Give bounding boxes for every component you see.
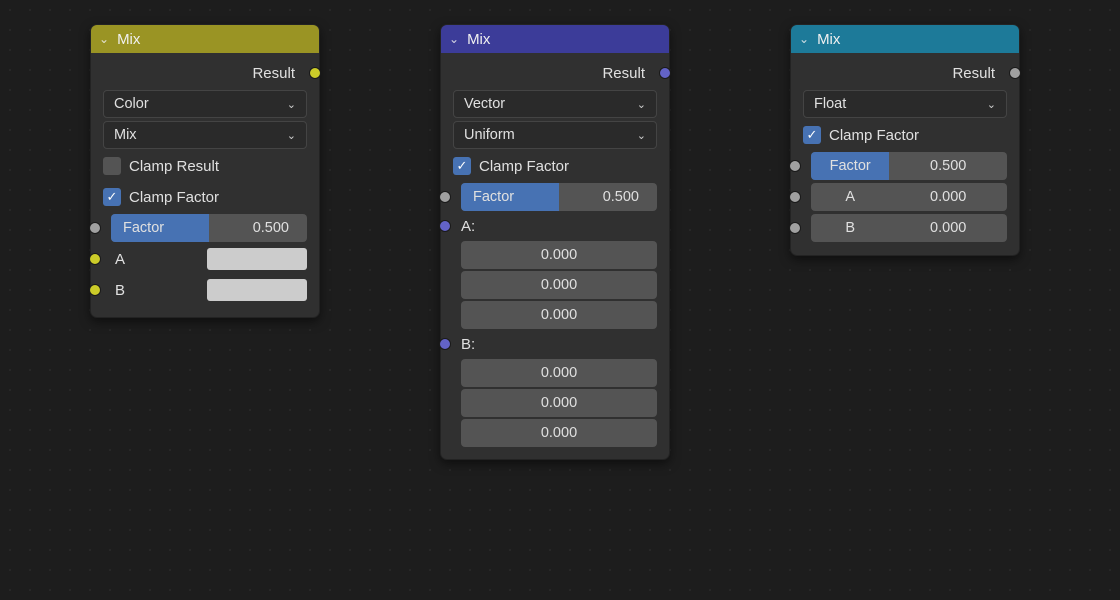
vector-b-y[interactable]: 0.000	[461, 389, 657, 417]
output-result: Result	[795, 59, 1015, 87]
dropdown-value: Mix	[114, 127, 137, 143]
checkbox-off-icon	[103, 157, 121, 175]
input-b-row: B	[111, 276, 307, 304]
blend-mode-dropdown[interactable]: Mix ⌄	[103, 121, 307, 149]
node-header[interactable]: ⌄ Mix	[91, 25, 319, 53]
output-label: Result	[602, 65, 645, 82]
socket-input-a[interactable]	[789, 191, 801, 203]
node-title: Mix	[117, 31, 140, 48]
socket-input-a[interactable]	[89, 253, 101, 265]
dropdown-value: Float	[814, 96, 846, 112]
socket-input-b[interactable]	[439, 338, 451, 350]
chevron-down-icon[interactable]: ⌄	[799, 32, 809, 46]
clamp-factor-toggle[interactable]: ✓ Clamp Factor	[103, 183, 307, 211]
socket-output-vector[interactable]	[659, 67, 671, 79]
input-a-row: A 0.000	[811, 183, 1007, 211]
mix-float-node[interactable]: ⌄ Mix Result Float ⌄ ✓ Clamp Factor Fact…	[790, 24, 1020, 256]
field-value: 0.500	[889, 152, 1007, 180]
chevron-down-icon: ⌄	[987, 98, 996, 111]
field-label: B	[811, 214, 889, 242]
checkbox-label: Clamp Factor	[129, 189, 219, 206]
field-label: Factor	[811, 152, 889, 180]
node-title: Mix	[817, 31, 840, 48]
input-label: B	[111, 282, 207, 299]
socket-output-color[interactable]	[309, 67, 321, 79]
socket-input-factor[interactable]	[789, 160, 801, 172]
input-label: A	[111, 251, 207, 268]
factor-field[interactable]: Factor 0.500	[811, 152, 1007, 180]
socket-input-a[interactable]	[439, 220, 451, 232]
chevron-down-icon: ⌄	[287, 98, 296, 111]
mix-color-node[interactable]: ⌄ Mix Result Color ⌄ Mix ⌄ Clamp Result …	[90, 24, 320, 318]
vector-b-x[interactable]: 0.000	[461, 359, 657, 387]
vector-a-y[interactable]: 0.000	[461, 271, 657, 299]
clamp-factor-toggle[interactable]: ✓ Clamp Factor	[803, 121, 1007, 149]
node-body: Result Color ⌄ Mix ⌄ Clamp Result ✓ Clam…	[91, 53, 319, 317]
field-label: A	[811, 183, 889, 211]
checkbox-label: Clamp Factor	[479, 158, 569, 175]
factor-slider[interactable]: Factor 0.500	[111, 214, 307, 242]
mix-vector-node[interactable]: ⌄ Mix Result Vector ⌄ Uniform ⌄ ✓ Clamp …	[440, 24, 670, 460]
node-title: Mix	[467, 31, 490, 48]
input-b-row: B 0.000	[811, 214, 1007, 242]
dropdown-value: Color	[114, 96, 149, 112]
a-field[interactable]: A 0.000	[811, 183, 1007, 211]
node-body: Result Float ⌄ ✓ Clamp Factor Factor 0.5…	[791, 53, 1019, 255]
slider-label: Factor	[111, 220, 253, 236]
socket-input-factor[interactable]	[439, 191, 451, 203]
input-b-label-row: B:	[461, 332, 657, 356]
socket-input-b[interactable]	[789, 222, 801, 234]
factor-mode-dropdown[interactable]: Uniform ⌄	[453, 121, 657, 149]
node-header[interactable]: ⌄ Mix	[791, 25, 1019, 53]
slider-label: Factor	[461, 189, 603, 205]
output-label: Result	[252, 65, 295, 82]
dropdown-value: Vector	[464, 96, 505, 112]
dropdown-value: Uniform	[464, 127, 515, 143]
factor-input-row: Factor 0.500	[461, 183, 657, 211]
socket-input-factor[interactable]	[89, 222, 101, 234]
checkbox-label: Clamp Factor	[829, 127, 919, 144]
vector-b-z[interactable]: 0.000	[461, 419, 657, 447]
chevron-down-icon[interactable]: ⌄	[99, 32, 109, 46]
data-type-dropdown[interactable]: Vector ⌄	[453, 90, 657, 118]
color-swatch-b[interactable]	[207, 279, 307, 301]
node-body: Result Vector ⌄ Uniform ⌄ ✓ Clamp Factor…	[441, 53, 669, 459]
field-value: 0.000	[889, 214, 1007, 242]
factor-input-row: Factor 0.500	[811, 152, 1007, 180]
field-value: 0.000	[889, 183, 1007, 211]
checkbox-on-icon: ✓	[803, 126, 821, 144]
input-label: A:	[461, 218, 475, 235]
chevron-down-icon: ⌄	[637, 129, 646, 142]
chevron-down-icon[interactable]: ⌄	[449, 32, 459, 46]
clamp-factor-toggle[interactable]: ✓ Clamp Factor	[453, 152, 657, 180]
data-type-dropdown[interactable]: Color ⌄	[103, 90, 307, 118]
output-result: Result	[95, 59, 315, 87]
slider-value: 0.500	[603, 189, 657, 205]
socket-output-float[interactable]	[1009, 67, 1021, 79]
data-type-dropdown[interactable]: Float ⌄	[803, 90, 1007, 118]
factor-slider[interactable]: Factor 0.500	[461, 183, 657, 211]
output-label: Result	[952, 65, 995, 82]
input-label: B:	[461, 336, 475, 353]
chevron-down-icon: ⌄	[637, 98, 646, 111]
checkbox-on-icon: ✓	[103, 188, 121, 206]
slider-value: 0.500	[253, 220, 307, 236]
input-a-row: A	[111, 245, 307, 273]
factor-input-row: Factor 0.500	[111, 214, 307, 242]
chevron-down-icon: ⌄	[287, 129, 296, 142]
color-swatch-a[interactable]	[207, 248, 307, 270]
checkbox-label: Clamp Result	[129, 158, 219, 175]
socket-input-b[interactable]	[89, 284, 101, 296]
output-result: Result	[445, 59, 665, 87]
vector-a-x[interactable]: 0.000	[461, 241, 657, 269]
input-a-label-row: A:	[461, 214, 657, 238]
checkbox-on-icon: ✓	[453, 157, 471, 175]
node-header[interactable]: ⌄ Mix	[441, 25, 669, 53]
clamp-result-toggle[interactable]: Clamp Result	[103, 152, 307, 180]
b-field[interactable]: B 0.000	[811, 214, 1007, 242]
vector-a-z[interactable]: 0.000	[461, 301, 657, 329]
